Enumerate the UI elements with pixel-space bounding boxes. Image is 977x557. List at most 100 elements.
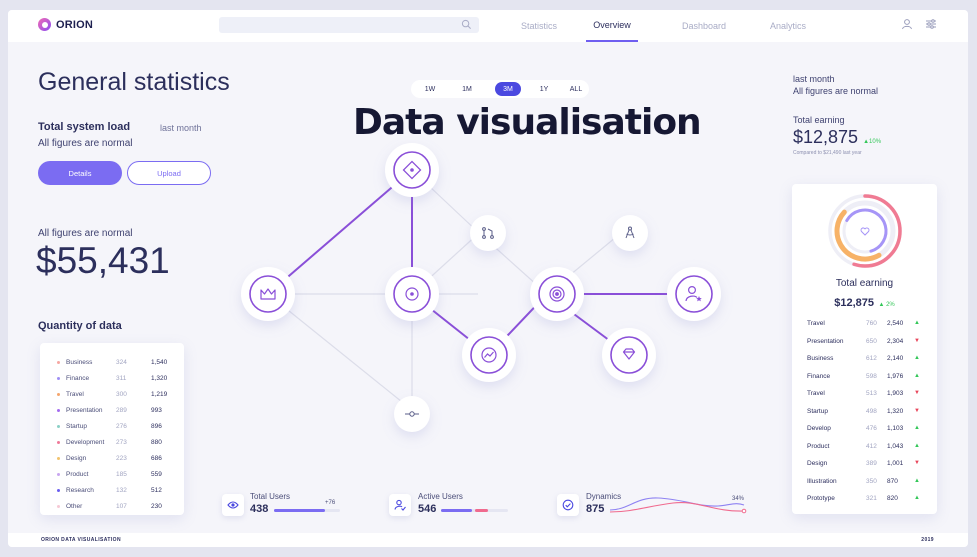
active-users-label: Active Users bbox=[418, 492, 463, 501]
row-name: Design bbox=[807, 460, 828, 467]
row-name: Startup bbox=[807, 407, 828, 415]
heart-icon bbox=[860, 227, 870, 236]
row-value-a: 760 bbox=[866, 320, 877, 327]
row-name: Travel bbox=[807, 390, 825, 397]
row-value-b: 1,103 bbox=[887, 425, 904, 432]
trend-arrow-icon: ▼ bbox=[914, 460, 920, 466]
graph-node-commit[interactable] bbox=[394, 396, 430, 432]
earning-compare: Compared to $21,490 last year bbox=[793, 150, 862, 156]
active-users-value: 546 bbox=[418, 503, 437, 515]
trend-arrow-icon: ▼ bbox=[914, 407, 920, 414]
table-row: Illustration 350 870 ▲ bbox=[792, 473, 937, 491]
dynamics-sparkline bbox=[609, 497, 747, 514]
active-users-progress bbox=[441, 509, 508, 512]
total-users-progress-fill bbox=[274, 509, 326, 512]
trend-arrow-icon: ▲ bbox=[914, 477, 920, 484]
earning-value-row: $12,875 ▲10% bbox=[793, 127, 881, 148]
graph-node-center[interactable] bbox=[385, 267, 439, 321]
row-name: Travel bbox=[807, 320, 825, 327]
table-row: Travel 513 1,903 ▼ bbox=[792, 385, 937, 403]
table-row: Product 412 1,043 ▲ bbox=[792, 438, 937, 456]
trend-arrow-icon: ▲ bbox=[914, 372, 920, 379]
graph-node-crown[interactable] bbox=[241, 267, 295, 321]
row-value-a: 476 bbox=[866, 425, 877, 432]
right-status: All figures are normal bbox=[793, 86, 879, 96]
user-check-icon bbox=[394, 499, 406, 511]
active-users-progress-fill bbox=[441, 509, 472, 512]
card-earning-label: Total earning bbox=[835, 278, 894, 289]
graph-edges-highlight bbox=[267, 169, 695, 356]
table-row: Finance 598 1,976 ▲ bbox=[792, 368, 937, 386]
dynamics-value: 875 bbox=[586, 503, 605, 515]
total-users-icon-box bbox=[222, 494, 244, 516]
trend-arrow-icon: ▲ bbox=[914, 442, 920, 449]
table-row: Design 389 1,001 ▼ bbox=[792, 455, 937, 473]
row-value-b: 2,140 bbox=[887, 355, 904, 362]
row-value-b: 1,976 bbox=[887, 372, 904, 380]
earning-value: $12,875 bbox=[793, 127, 859, 147]
earning-card: Total earning $12,875 ▲ 2% Travel 760 2,54… bbox=[792, 184, 937, 514]
row-value-a: 513 bbox=[866, 390, 877, 397]
card-earning-delta: ▲ 2% bbox=[878, 302, 895, 308]
row-value-b: 2,304 bbox=[887, 337, 904, 345]
trend-arrow-icon: ▲ bbox=[914, 355, 920, 361]
row-value-a: 389 bbox=[866, 460, 877, 467]
row-value-b: 870 bbox=[887, 477, 898, 485]
row-value-a: 650 bbox=[866, 337, 877, 345]
active-users-progress-fill-secondary bbox=[474, 509, 488, 512]
table-row: Startup 498 1,320 ▼ bbox=[792, 403, 937, 421]
row-value-b: 1,903 bbox=[887, 390, 904, 397]
row-name: Presentation bbox=[807, 337, 844, 345]
dynamics-icon-box bbox=[557, 494, 579, 516]
dashboard-window: ORION Statistics Overview Dashboard Anal… bbox=[8, 10, 968, 547]
total-users-value: 438 bbox=[250, 503, 269, 515]
footer: ORION DATA VISUALISATION 2019 bbox=[8, 533, 968, 547]
graph-node-bullseye[interactable] bbox=[530, 267, 584, 321]
row-value-b: 1,320 bbox=[887, 407, 904, 415]
earning-donut-chart bbox=[828, 194, 902, 268]
row-value-a: 498 bbox=[866, 407, 877, 415]
table-row: Travel 760 2,540 ▲ bbox=[792, 315, 937, 333]
row-name: Illustration bbox=[807, 477, 837, 485]
visualisation-title: Data visualisation bbox=[353, 102, 702, 143]
row-name: Develop bbox=[807, 425, 831, 432]
dynamics-percent: 34% bbox=[732, 496, 745, 502]
total-users-delta: +76 bbox=[325, 500, 336, 506]
graph-node-gem[interactable] bbox=[602, 328, 656, 382]
trend-arrow-icon: ▲ bbox=[914, 320, 920, 326]
table-row: Business 612 2,140 ▲ bbox=[792, 350, 937, 368]
row-name: Business bbox=[807, 355, 834, 362]
table-row: Prototype 321 820 ▲ bbox=[792, 490, 937, 508]
row-value-a: 612 bbox=[866, 355, 877, 362]
row-value-a: 598 bbox=[866, 372, 877, 380]
row-name: Product bbox=[807, 442, 830, 450]
footer-year: 2019 bbox=[921, 537, 934, 543]
right-period: last month bbox=[793, 74, 835, 84]
row-name: Finance bbox=[807, 372, 831, 380]
row-value-a: 321 bbox=[866, 495, 877, 502]
row-name: Prototype bbox=[807, 495, 835, 502]
earning-delta: ▲10% bbox=[863, 139, 882, 145]
row-value-b: 1,043 bbox=[887, 442, 904, 450]
graph-node-user[interactable] bbox=[667, 267, 721, 321]
card-earning-value-row: $12,875 ▲ 2% bbox=[792, 293, 937, 311]
earning-label: Total earning bbox=[793, 115, 845, 125]
graph-node-pull-request[interactable] bbox=[470, 215, 506, 251]
trend-arrow-icon: ▲ bbox=[914, 495, 920, 501]
row-value-b: 1,001 bbox=[887, 460, 904, 467]
trend-arrow-icon: ▼ bbox=[914, 390, 920, 396]
row-value-b: 820 bbox=[887, 495, 898, 502]
graph-node-top[interactable] bbox=[385, 143, 439, 197]
graph-node-compass[interactable] bbox=[612, 215, 648, 251]
total-users-progress bbox=[274, 509, 340, 512]
footer-brand: ORION DATA VISUALISATION bbox=[41, 537, 121, 543]
row-value-b: 2,540 bbox=[887, 320, 904, 327]
trend-arrow-icon: ▼ bbox=[914, 337, 920, 344]
row-value-a: 412 bbox=[866, 442, 877, 450]
check-circle-icon bbox=[562, 499, 574, 511]
dynamics-label: Dynamics bbox=[586, 492, 622, 501]
table-row: Presentation 650 2,304 ▼ bbox=[792, 333, 937, 351]
graph-node-trend[interactable] bbox=[462, 328, 516, 382]
eye-icon bbox=[227, 501, 239, 509]
trend-arrow-icon: ▲ bbox=[914, 425, 920, 431]
